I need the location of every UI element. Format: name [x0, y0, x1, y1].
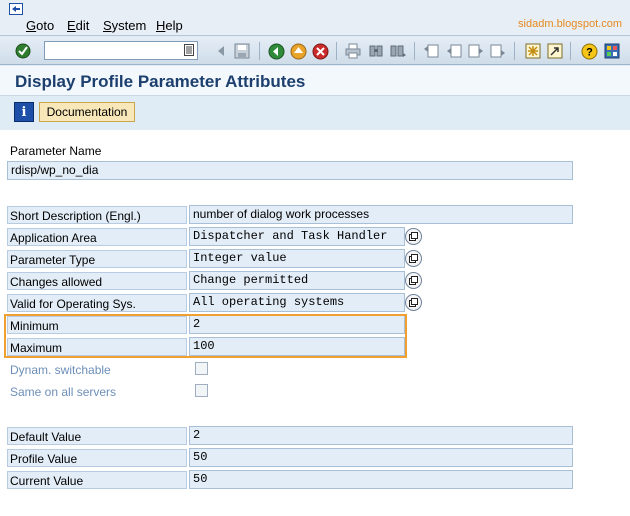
- command-field[interactable]: [44, 41, 198, 60]
- application-area-label: Application Area: [7, 228, 187, 246]
- min-max-highlight-box: [4, 314, 407, 358]
- short-description-field: number of dialog work processes: [189, 205, 573, 224]
- menu-system[interactable]: System: [103, 18, 146, 33]
- dynamic-switchable-checkbox: [195, 362, 208, 375]
- application-area-field: Dispatcher and Task Handler: [189, 227, 405, 246]
- changes-allowed-help-icon[interactable]: [405, 272, 422, 289]
- menu-bar: Goto Edit System Help sidadm.blogspot.co…: [0, 0, 630, 36]
- page-title: Display Profile Parameter Attributes: [15, 72, 306, 91]
- watermark-text: sidadm.blogspot.com: [518, 18, 622, 30]
- help-icon[interactable]: ?: [580, 42, 598, 60]
- last-page-icon[interactable]: [489, 42, 507, 60]
- valid-os-label: Valid for Operating Sys.: [7, 294, 187, 312]
- system-toolbar: ?: [0, 37, 630, 65]
- customize-layout-icon[interactable]: [603, 42, 621, 60]
- info-icon[interactable]: i: [14, 102, 34, 122]
- menu-edit[interactable]: Edit: [67, 18, 89, 33]
- exit-icon[interactable]: [289, 42, 307, 60]
- valid-os-field: All operating systems: [189, 293, 405, 312]
- first-page-icon[interactable]: [422, 42, 440, 60]
- current-value-label: Current Value: [7, 471, 187, 489]
- dynamic-switchable-label: Dynam. switchable: [10, 363, 111, 377]
- menu-goto[interactable]: Goto: [26, 18, 54, 33]
- profile-value-field: 50: [189, 448, 573, 467]
- next-page-icon[interactable]: [467, 42, 485, 60]
- documentation-button[interactable]: Documentation: [39, 102, 135, 122]
- profile-value-label: Profile Value: [7, 449, 187, 467]
- current-value-field: 50: [189, 470, 573, 489]
- create-session-icon[interactable]: [524, 42, 542, 60]
- print-icon[interactable]: [344, 42, 362, 60]
- parameter-name-field: rdisp/wp_no_dia: [7, 161, 573, 180]
- parameter-type-field: Integer value: [189, 249, 405, 268]
- menu-help[interactable]: Help: [156, 18, 183, 33]
- parameter-name-label: Parameter Name: [10, 144, 102, 158]
- short-description-label: Short Description (Engl.): [7, 206, 187, 224]
- title-bar: Display Profile Parameter Attributes: [0, 66, 630, 96]
- enter-icon[interactable]: [14, 42, 32, 60]
- back-icon[interactable]: [267, 42, 285, 60]
- collapse-icon[interactable]: [212, 42, 230, 60]
- same-on-all-servers-checkbox: [195, 384, 208, 397]
- changes-allowed-label: Changes allowed: [7, 272, 187, 290]
- parameter-type-label: Parameter Type: [7, 250, 187, 268]
- save-icon[interactable]: [233, 42, 251, 60]
- application-area-help-icon[interactable]: [405, 228, 422, 245]
- previous-page-icon[interactable]: [445, 42, 463, 60]
- find-icon[interactable]: [367, 42, 385, 60]
- application-toolbar: i Documentation: [0, 97, 630, 129]
- default-value-label: Default Value: [7, 427, 187, 445]
- default-value-field: 2: [189, 426, 573, 445]
- sap-menu-icon[interactable]: [9, 3, 23, 15]
- parameter-type-help-icon[interactable]: [405, 250, 422, 267]
- parameter-attributes-form: Parameter Name rdisp/wp_no_dia Short Des…: [0, 130, 630, 516]
- changes-allowed-field: Change permitted: [189, 271, 405, 290]
- svg-text:?: ?: [586, 46, 593, 58]
- find-next-icon[interactable]: [389, 42, 407, 60]
- cancel-icon[interactable]: [311, 42, 329, 60]
- valid-os-help-icon[interactable]: [405, 294, 422, 311]
- shortcut-icon[interactable]: [546, 42, 564, 60]
- same-on-all-servers-label: Same on all servers: [10, 385, 117, 399]
- command-history-icon[interactable]: [184, 44, 194, 56]
